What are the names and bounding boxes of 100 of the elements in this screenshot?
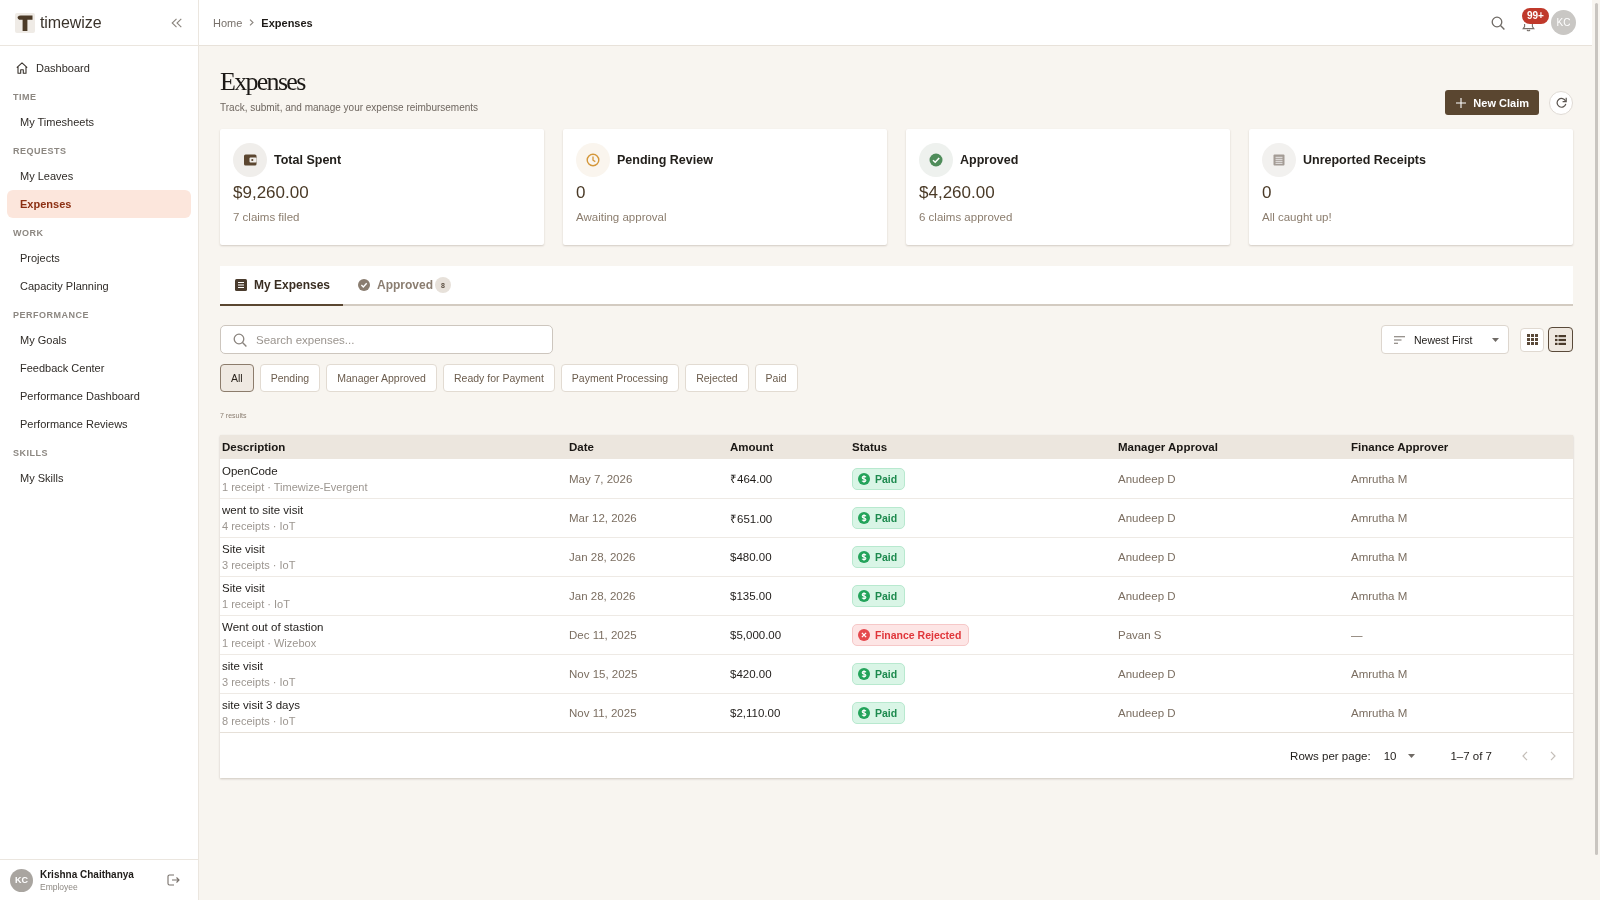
- status-label: Paid: [875, 472, 898, 485]
- nav-section-title: WORK: [12, 227, 45, 240]
- table-cell: Amrutha M: [1351, 668, 1408, 680]
- rows-per-page-select[interactable]: 10: [1381, 749, 1418, 762]
- breadcrumb-link[interactable]: Expenses: [261, 16, 313, 29]
- filter-chip[interactable]: Paid: [754, 364, 798, 392]
- nav-item[interactable]: My Leaves: [7, 162, 191, 190]
- expense-title: Site visit: [222, 542, 265, 557]
- sort-lines-icon: [1394, 335, 1405, 344]
- list-icon: [235, 279, 247, 291]
- table-cell: Anudeep D: [1118, 551, 1176, 563]
- filter-chip[interactable]: Pending: [259, 364, 321, 392]
- stat-title: Total Spent: [274, 153, 342, 167]
- column-header: Description: [222, 441, 286, 453]
- table-cell: $480.00: [730, 551, 772, 563]
- filter-chip[interactable]: Rejected: [685, 364, 749, 392]
- table-cell: $420.00: [730, 668, 772, 680]
- status-label: Paid: [875, 707, 898, 719]
- column-header: Manager Approval: [1118, 441, 1218, 453]
- expense-details: 8 receipts · IoT: [222, 714, 296, 729]
- column-header: Amount: [730, 441, 774, 453]
- nav-section-title: PERFORMANCE: [12, 309, 90, 322]
- dollar-circle-icon: [858, 668, 870, 680]
- stat-value: 0: [576, 183, 587, 203]
- table-cell: Anudeep D: [1118, 668, 1176, 680]
- nav-section-title: REQUESTS: [12, 145, 68, 158]
- new-claim-button[interactable]: New Claim: [1445, 90, 1539, 115]
- table-cell: Nov 11, 2025: [569, 707, 637, 719]
- table-cell: —: [1351, 629, 1363, 641]
- logout-icon[interactable]: [167, 874, 180, 886]
- check-circle-icon: [919, 143, 953, 177]
- column-header: Status: [852, 441, 888, 453]
- nav-item[interactable]: My Goals: [7, 326, 191, 354]
- stat-value: $4,260.00: [919, 183, 996, 203]
- table-cell: Amrutha M: [1351, 590, 1408, 602]
- check-circle-icon: [358, 279, 371, 291]
- table-cell: May 7, 2026: [569, 472, 633, 485]
- sort-dropdown[interactable]: Newest First: [1381, 325, 1509, 354]
- dollar-circle-icon: [858, 551, 870, 563]
- refresh-button[interactable]: [1549, 90, 1573, 115]
- expense-title: site visit: [222, 659, 263, 674]
- page-title: Expenses: [220, 66, 307, 98]
- table-cell: Pavan S: [1118, 629, 1162, 641]
- expense-details: 1 receipt · IoT: [222, 597, 290, 612]
- nav-item[interactable]: Expenses: [7, 190, 191, 218]
- nav-section-title: TIME: [12, 91, 38, 104]
- filter-chip[interactable]: Ready for Payment: [442, 364, 555, 392]
- expense-title: OpenCode: [222, 463, 278, 479]
- expense-details: 1 receipt · Wizebox: [222, 636, 317, 651]
- filter-chip[interactable]: Manager Approved: [326, 364, 437, 392]
- nav-item[interactable]: Projects: [7, 244, 191, 272]
- x-circle-icon: [858, 629, 870, 641]
- filter-chip[interactable]: All: [220, 364, 254, 392]
- table-cell: Anudeep D: [1118, 707, 1176, 719]
- stat-title: Approved: [960, 153, 1019, 167]
- list-view-button[interactable]: [1548, 327, 1573, 352]
- logo-icon: [15, 12, 35, 33]
- stat-value: $9,260.00: [233, 183, 310, 203]
- table-cell: Amrutha M: [1351, 551, 1408, 563]
- nav-item[interactable]: Capacity Planning: [7, 272, 191, 300]
- expense-details: 3 receipts · IoT: [222, 558, 296, 573]
- filter-chip[interactable]: Payment Processing: [560, 364, 680, 392]
- table-cell: Mar 12, 2026: [569, 512, 637, 524]
- nav-item[interactable]: My Skills: [7, 464, 191, 492]
- dollar-circle-icon: [858, 512, 870, 524]
- expense-title: site visit 3 days: [222, 698, 300, 713]
- table-cell: Jan 28, 2026: [569, 551, 636, 563]
- expense-title: went to site visit: [222, 503, 304, 518]
- table-cell: $5,000.00: [730, 629, 782, 641]
- nav-item[interactable]: Feedback Center: [7, 354, 191, 382]
- notification-badge: 99+: [1522, 7, 1549, 24]
- search-icon[interactable]: [1491, 15, 1505, 30]
- table-cell: $2,110.00: [730, 707, 781, 719]
- refresh-icon: [1555, 97, 1567, 108]
- table-cell: Amrutha M: [1351, 512, 1408, 524]
- nav-item[interactable]: Dashboard: [7, 54, 191, 82]
- home-icon: [16, 62, 28, 74]
- bell-icon[interactable]: [1522, 23, 1535, 32]
- nav-item[interactable]: Performance Dashboard: [7, 382, 191, 410]
- column-header: Finance Approver: [1351, 441, 1449, 453]
- scrollbar-thumb[interactable]: [1594, 3, 1598, 855]
- grid-view-button[interactable]: [1520, 327, 1544, 352]
- status-label: Paid: [875, 590, 898, 602]
- tab[interactable]: My Expenses: [220, 266, 344, 306]
- double-chevron-left-icon[interactable]: [171, 17, 182, 28]
- dollar-circle-icon: [858, 590, 870, 602]
- status-label: Paid: [875, 551, 898, 563]
- table-cell: Dec 11, 2025: [569, 629, 637, 641]
- nav-item[interactable]: Performance Reviews: [7, 410, 191, 438]
- table-cell-text: ₹464.00: [730, 472, 773, 486]
- breadcrumb-link[interactable]: Home: [213, 16, 243, 29]
- search-icon: [233, 333, 247, 347]
- caret-down-icon: [1492, 337, 1499, 342]
- table-cell: Anudeep D: [1118, 512, 1176, 524]
- rows-per-page-label: Rows per page:: [1290, 749, 1371, 762]
- status-label: Finance Rejected: [875, 629, 962, 641]
- nav-item[interactable]: My Timesheets: [7, 108, 191, 136]
- table-cell: Amrutha M: [1351, 707, 1408, 719]
- plus-icon: [1456, 97, 1467, 108]
- search-field[interactable]: Search expenses...: [220, 325, 553, 354]
